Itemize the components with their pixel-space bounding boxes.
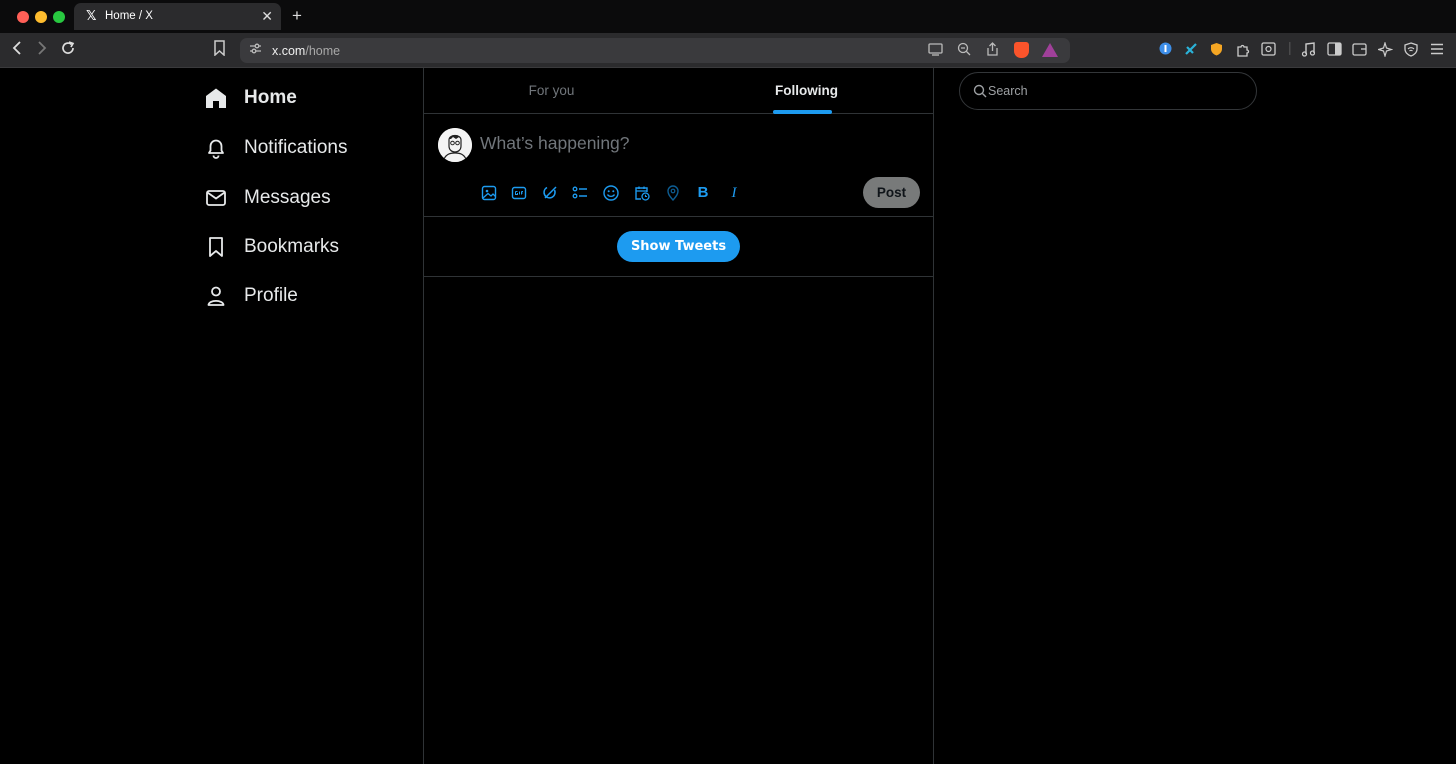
nav-item-bookmarks[interactable]: Bookmarks [205,227,339,267]
new-tab-button[interactable]: + [292,6,302,26]
extensions-puzzle-icon[interactable] [1236,42,1251,60]
poll-icon[interactable] [571,184,589,202]
italic-icon[interactable]: I [725,184,743,202]
emoji-icon[interactable] [602,184,620,202]
bookmark-icon[interactable] [213,40,226,61]
brave-shields-icon[interactable] [1014,42,1029,58]
back-icon[interactable] [11,40,23,61]
image-icon[interactable] [480,184,498,202]
nav-item-profile[interactable]: Profile [205,276,298,316]
share-icon[interactable] [986,42,999,60]
nav-label-home: Home [244,87,297,108]
leo-ai-icon[interactable] [1376,40,1394,60]
avatar[interactable] [438,128,472,162]
sidebar-icon[interactable] [1327,42,1342,59]
screenshot-icon[interactable] [1261,42,1276,59]
search-input[interactable] [988,81,1238,101]
nav-label-messages: Messages [244,187,331,208]
bookmark-icon [205,236,227,258]
x-logo-icon: 𝕏 [86,9,97,24]
person-icon [205,285,227,307]
forward-icon[interactable] [36,40,48,61]
site-settings-icon[interactable] [249,42,262,58]
right-column [934,68,1456,764]
browser-chrome: 𝕏 Home / X ✕ + x.com/home | [0,0,1456,68]
password-manager-icon[interactable] [1159,42,1172,58]
browser-tab[interactable]: 𝕏 Home / X ✕ [74,3,281,30]
search-box[interactable] [959,72,1257,110]
shield-extension-icon[interactable] [1210,42,1223,59]
menu-icon[interactable] [1430,42,1444,58]
home-icon [205,87,227,109]
show-tweets-button[interactable]: Show Tweets [617,231,740,262]
primary-nav: Home Notifications Messages Bookmarks Pr… [0,68,423,764]
brave-rewards-icon[interactable] [1042,43,1058,57]
location-icon[interactable] [664,184,682,202]
toolbar-divider: | [1288,39,1292,55]
compose-input[interactable] [480,130,910,156]
tab-title: Home / X [105,10,153,22]
reload-icon[interactable] [60,40,76,61]
cast-icon[interactable] [928,42,943,59]
show-tweets-row: Show Tweets [424,217,933,277]
minimize-window-button[interactable] [35,11,47,23]
close-window-button[interactable] [17,11,29,23]
tab-following[interactable]: Following [679,68,934,114]
browser-toolbar: x.com/home | [0,33,1456,68]
nav-item-home[interactable]: Home [205,78,297,118]
url-host: x.com [272,44,306,58]
post-composer: B I Post [424,114,933,217]
extension-icon[interactable] [1184,42,1198,59]
nav-label-bookmarks: Bookmarks [244,236,340,257]
nav-item-messages[interactable]: Messages [205,178,331,218]
tab-for-you[interactable]: For you [424,68,679,114]
nav-label-notifications: Notifications [244,137,348,158]
grok-icon[interactable] [541,184,559,202]
maximize-window-button[interactable] [53,11,65,23]
nav-label-profile: Profile [244,285,298,306]
timeline-tabs: For you Following [424,68,933,114]
search-icon [973,84,987,98]
zoom-icon[interactable] [957,42,971,59]
media-icon[interactable] [1301,42,1316,60]
bold-icon[interactable]: B [694,184,712,202]
vpn-icon[interactable] [1404,42,1418,60]
wallet-icon[interactable] [1352,42,1367,59]
tab-strip: 𝕏 Home / X ✕ + [0,0,1456,33]
url-text[interactable]: x.com/home [272,44,340,58]
url-path: /home [305,44,341,58]
timeline-column: For you Following What’s happening? B I … [423,68,934,764]
tab-close-icon[interactable]: ✕ [261,8,273,25]
address-bar[interactable]: x.com/home [240,38,1070,63]
post-button[interactable]: Post [863,177,920,208]
nav-item-notifications[interactable]: Notifications [205,128,348,168]
schedule-icon[interactable] [633,184,651,202]
envelope-icon [205,187,227,209]
bell-icon [205,137,227,159]
gif-icon[interactable] [510,184,528,202]
